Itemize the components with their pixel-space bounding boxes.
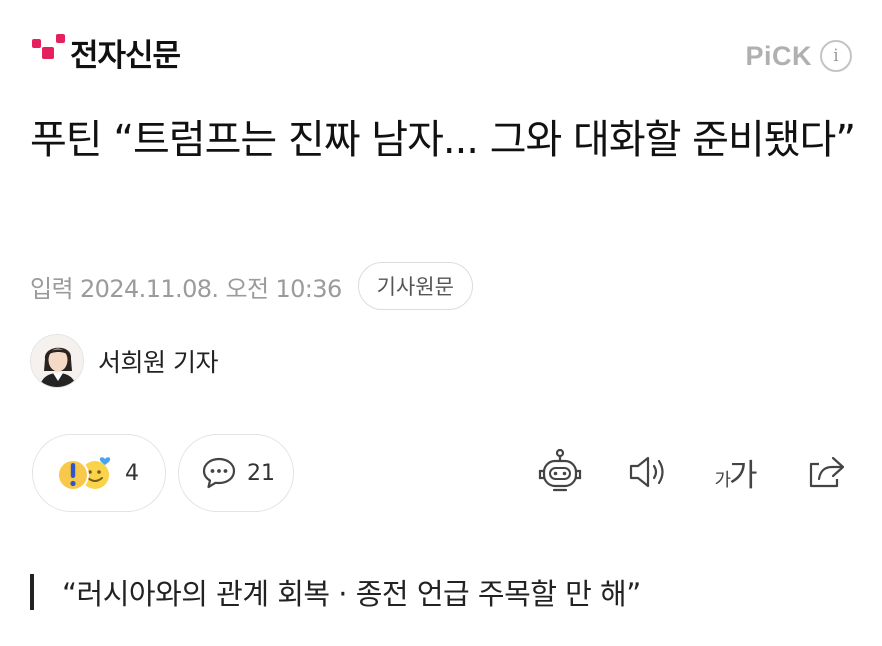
author-name: 서희원 기자 [98,348,218,377]
avatar [30,334,84,388]
comment-count: 21 [247,460,275,486]
share-icon [809,456,845,488]
reporter-photo-icon [31,335,83,387]
font-large-glyph: 가 [729,457,758,494]
read-aloud-button[interactable] [620,444,676,500]
logo-mark-icon [30,32,70,72]
logo-text: 전자신문 [70,37,181,74]
article-headline: 푸틴 “트럼프는 진짜 남자... 그와 대화할 준비됐다” [30,117,856,163]
summary-bot-button[interactable] [532,444,588,500]
reaction-count: 4 [125,460,139,486]
pick-label: PiCK [745,40,812,71]
pick-badge: PiCK i [745,40,852,72]
reaction-button[interactable]: 4 [32,434,166,512]
author-byline[interactable]: 서희원 기자 [30,334,218,388]
publisher-logo[interactable]: 전자신문 [30,28,181,76]
publish-date: 입력 2024.11.08. 오전 10:36 [30,274,342,303]
original-article-button[interactable]: 기사원문 [357,262,473,310]
share-button[interactable] [798,444,854,500]
article-meta: 입력 2024.11.08. 오전 10:36 기사원문 [30,262,473,310]
info-icon[interactable]: i [820,40,852,72]
comment-button[interactable]: 21 [178,434,294,512]
quote-bar [30,574,34,610]
comment-icon [202,457,236,489]
speaker-icon [629,456,664,488]
font-size-icon: 가 가 [714,450,757,495]
font-size-button[interactable]: 가 가 [708,444,764,500]
article-subheading: “러시아와의 관계 회복 · 종전 언급 주목할 만 해” [30,572,641,612]
subheading-text: “러시아와의 관계 회복 · 종전 언급 주목할 만 해” [62,577,641,611]
summary-bot-icon [538,448,582,492]
reaction-icon [57,457,111,491]
